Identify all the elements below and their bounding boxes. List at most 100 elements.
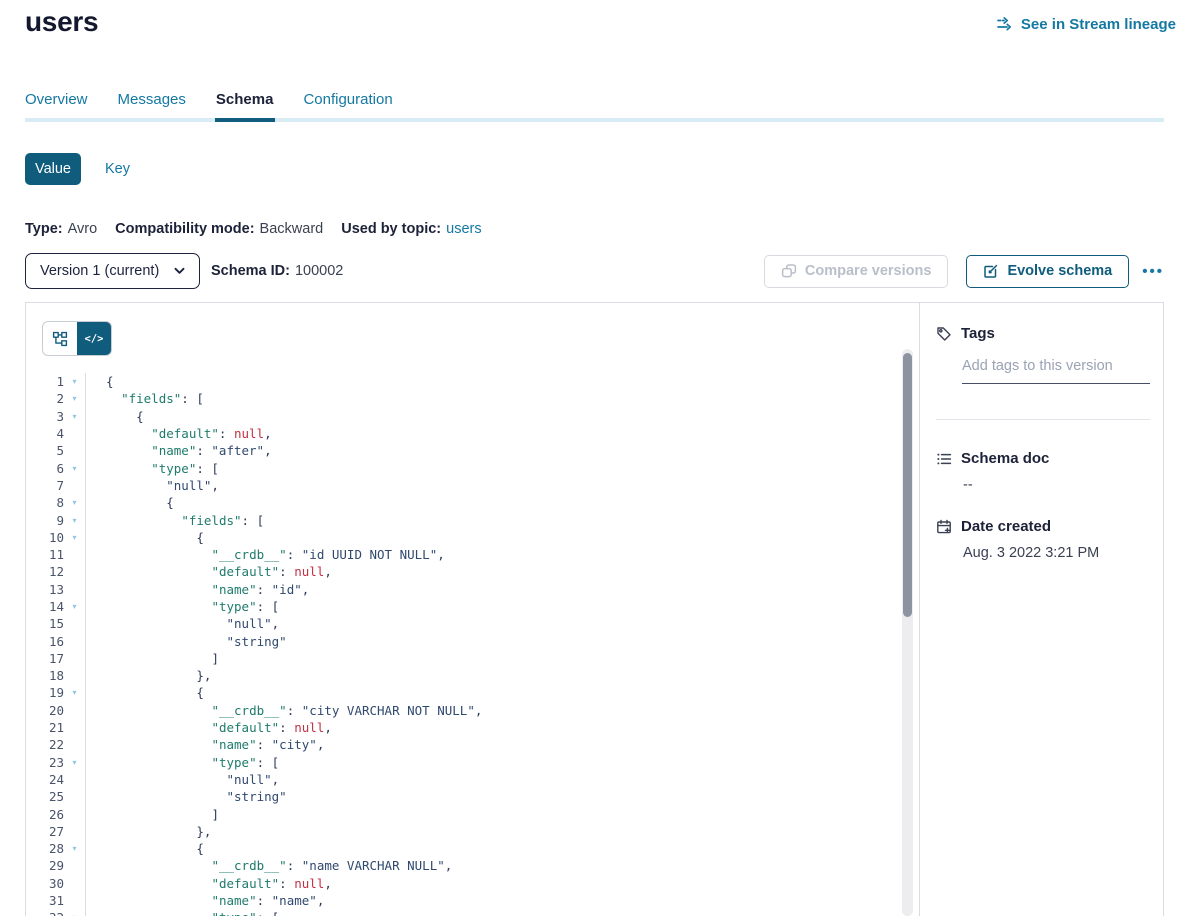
vertical-scrollbar[interactable] xyxy=(902,349,913,916)
code-text: "null", xyxy=(85,616,279,631)
tab-overview[interactable]: Overview xyxy=(25,90,88,110)
fold-toggle-icon[interactable]: ▾ xyxy=(64,602,85,611)
more-options-button[interactable]: ••• xyxy=(1142,263,1164,280)
tab-schema[interactable]: Schema xyxy=(216,90,274,110)
fold-toggle-icon[interactable]: ▾ xyxy=(64,844,85,853)
tab-configuration[interactable]: Configuration xyxy=(303,90,392,110)
code-line: 30 "default": null, xyxy=(26,875,918,892)
code-line: 19▾ { xyxy=(26,684,918,701)
stream-lineage-link[interactable]: See in Stream lineage xyxy=(996,15,1176,33)
code-line: 17 ] xyxy=(26,650,918,667)
value-key-toggle: Value Key xyxy=(25,153,130,185)
fold-toggle-icon[interactable]: ▾ xyxy=(64,377,85,386)
code-text: "default": null, xyxy=(85,426,272,441)
tag-icon xyxy=(936,326,952,342)
code-text: { xyxy=(85,495,174,510)
compatibility-value: Backward xyxy=(260,221,324,237)
tags-section-heading: Tags xyxy=(936,325,995,342)
code-line: 1▾{ xyxy=(26,373,918,390)
code-text: "null", xyxy=(85,772,279,787)
edit-icon xyxy=(983,263,999,279)
code-line: 31 "name": "name", xyxy=(26,892,918,909)
topic-link[interactable]: users xyxy=(446,221,481,237)
schema-panel: </> 1▾{2▾ "fields": [3▾ {4 "default": nu… xyxy=(25,302,1164,916)
tags-heading-label: Tags xyxy=(961,325,995,342)
chevron-down-icon xyxy=(174,267,185,275)
code-line: 14▾ "type": [ xyxy=(26,598,918,615)
code-text: "default": null, xyxy=(85,876,332,891)
code-text: "name": "after", xyxy=(85,443,272,458)
fold-toggle-icon[interactable]: ▾ xyxy=(64,516,85,525)
code-text: "name": "name", xyxy=(85,893,324,908)
line-number: 5 xyxy=(26,443,64,458)
fold-toggle-icon[interactable]: ▾ xyxy=(64,394,85,403)
schema-id-label: Schema ID: xyxy=(211,263,290,279)
sidebar-divider xyxy=(936,419,1150,420)
code-line: 16 "string" xyxy=(26,632,918,649)
code-line: 18 }, xyxy=(26,667,918,684)
add-tags-input[interactable] xyxy=(962,356,1150,384)
code-text: "__crdb__": "id UUID NOT NULL", xyxy=(85,547,445,562)
line-number: 27 xyxy=(26,824,64,839)
value-toggle-button[interactable]: Value xyxy=(25,153,81,185)
code-view-button[interactable]: </> xyxy=(77,322,111,355)
fold-toggle-icon[interactable]: ▾ xyxy=(64,688,85,697)
tab-active-indicator xyxy=(215,118,275,122)
line-number: 17 xyxy=(26,651,64,666)
line-number: 8 xyxy=(26,495,64,510)
code-text: { xyxy=(85,841,204,856)
code-line: 32▾ "type": [ xyxy=(26,909,918,916)
scrollbar-thumb[interactable] xyxy=(903,353,912,617)
schema-meta-row: Type:AvroCompatibility mode:BackwardUsed… xyxy=(25,221,482,237)
tab-bar: Overview Messages Schema Configuration xyxy=(25,90,393,110)
evolve-schema-button[interactable]: Evolve schema xyxy=(966,255,1129,288)
line-number: 2 xyxy=(26,391,64,406)
date-created-value: Aug. 3 2022 3:21 PM xyxy=(963,545,1099,561)
code-line: 23▾ "type": [ xyxy=(26,754,918,771)
evolve-schema-label: Evolve schema xyxy=(1007,263,1112,279)
compare-versions-label: Compare versions xyxy=(805,263,932,279)
calendar-plus-icon xyxy=(936,519,952,535)
line-number: 13 xyxy=(26,582,64,597)
code-lines: 1▾{2▾ "fields": [3▾ {4 "default": null,5… xyxy=(26,373,918,916)
tab-messages[interactable]: Messages xyxy=(118,90,186,110)
key-toggle-button[interactable]: Key xyxy=(105,161,130,177)
schema-doc-heading-label: Schema doc xyxy=(961,450,1049,467)
schema-code-editor[interactable]: 1▾{2▾ "fields": [3▾ {4 "default": null,5… xyxy=(26,373,918,916)
code-line: 25 "string" xyxy=(26,788,918,805)
compare-versions-button[interactable]: Compare versions xyxy=(764,255,949,288)
code-text: "type": [ xyxy=(85,599,279,614)
version-select[interactable]: Version 1 (current) xyxy=(25,253,200,289)
line-number: 24 xyxy=(26,772,64,787)
code-text: "fields": [ xyxy=(85,391,204,406)
line-number: 3 xyxy=(26,409,64,424)
line-number: 19 xyxy=(26,685,64,700)
code-line: 28▾ { xyxy=(26,840,918,857)
code-text: "fields": [ xyxy=(85,513,264,528)
code-line: 15 "null", xyxy=(26,615,918,632)
line-number: 31 xyxy=(26,893,64,908)
line-number: 26 xyxy=(26,807,64,822)
version-select-value: Version 1 (current) xyxy=(40,263,159,279)
fold-toggle-icon[interactable]: ▾ xyxy=(64,412,85,421)
fold-toggle-icon[interactable]: ▾ xyxy=(64,758,85,767)
code-line: 6▾ "type": [ xyxy=(26,459,918,476)
code-line: 21 "default": null, xyxy=(26,719,918,736)
fold-toggle-icon[interactable]: ▾ xyxy=(64,464,85,473)
compare-icon xyxy=(781,263,797,279)
line-number: 29 xyxy=(26,858,64,873)
line-number: 30 xyxy=(26,876,64,891)
line-number: 11 xyxy=(26,547,64,562)
line-number: 28 xyxy=(26,841,64,856)
code-text: { xyxy=(85,530,204,545)
line-number: 21 xyxy=(26,720,64,735)
tree-view-button[interactable] xyxy=(43,322,77,355)
page-title: users xyxy=(25,6,98,38)
code-text: { xyxy=(85,685,204,700)
fold-toggle-icon[interactable]: ▾ xyxy=(64,498,85,507)
fold-toggle-icon[interactable]: ▾ xyxy=(64,533,85,542)
code-line: 20 "__crdb__": "city VARCHAR NOT NULL", xyxy=(26,702,918,719)
controls-row: Version 1 (current) Schema ID:100002 Com… xyxy=(25,253,1164,289)
code-text: "default": null, xyxy=(85,564,332,579)
code-text: "__crdb__": "city VARCHAR NOT NULL", xyxy=(85,703,482,718)
